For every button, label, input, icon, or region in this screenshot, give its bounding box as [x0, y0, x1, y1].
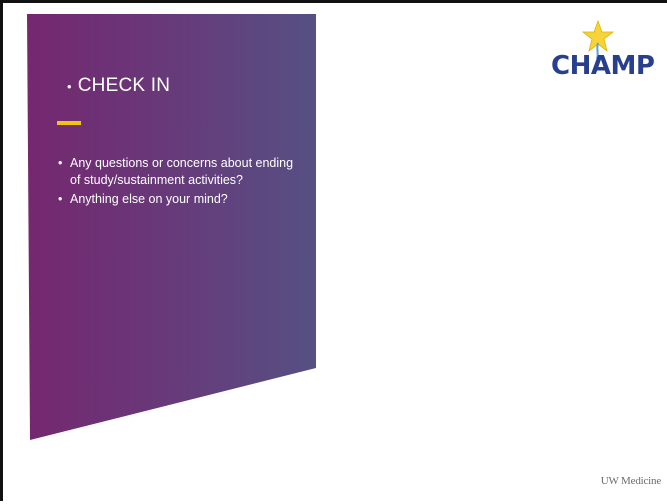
- slide-canvas: • CHECK IN • Any questions or concerns a…: [0, 0, 667, 501]
- slide-title: • CHECK IN: [67, 75, 170, 97]
- title-bullet-icon: •: [67, 78, 72, 94]
- footer-logo: UW Medicine: [600, 475, 661, 487]
- accent-bar: [57, 121, 81, 125]
- bullet-item: • Any questions or concerns about ending…: [56, 155, 296, 189]
- bullet-dot-icon: •: [58, 192, 63, 206]
- logo-wordmark: CHAMP: [551, 51, 655, 81]
- bullet-list: • Any questions or concerns about ending…: [56, 155, 296, 210]
- bullet-text: Any questions or concerns about ending o…: [70, 156, 294, 187]
- slide-title-text: CHECK IN: [77, 75, 171, 96]
- bullet-dot-icon: •: [58, 156, 63, 170]
- bullet-text: Anything else on your mind?: [70, 192, 228, 206]
- bullet-item: • Anything else on your mind?: [56, 191, 296, 208]
- champ-logo: CHAMP: [551, 19, 667, 87]
